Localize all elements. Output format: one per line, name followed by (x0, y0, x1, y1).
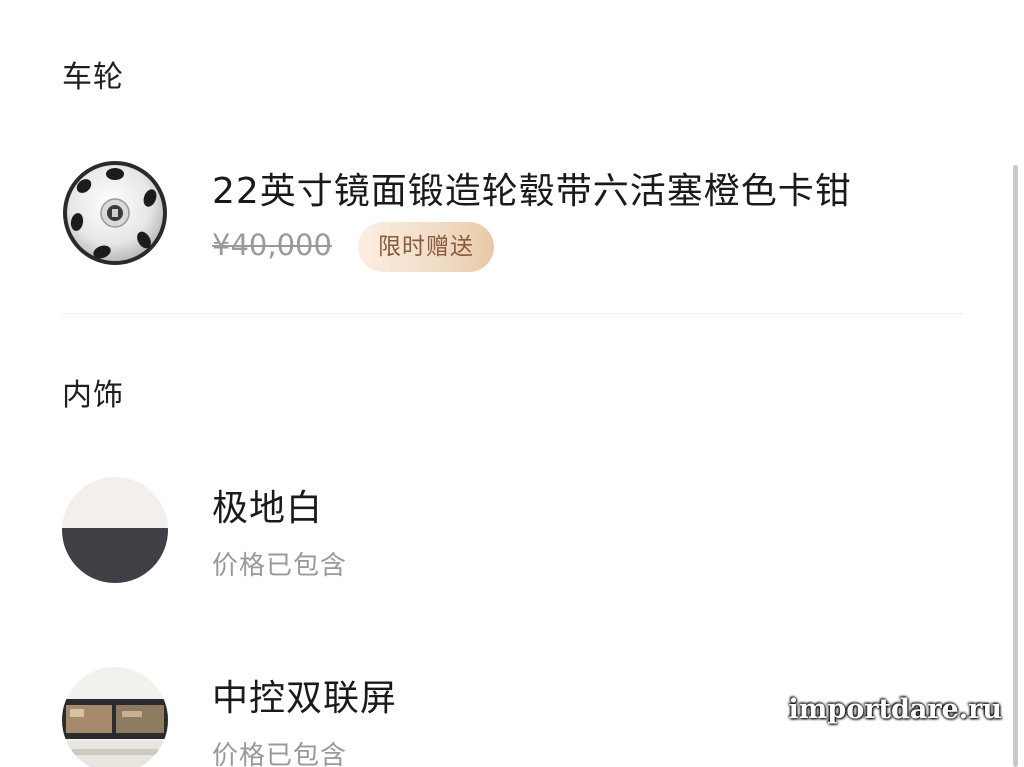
watermark-text: importdare.ru (788, 694, 1002, 725)
section-divider (62, 313, 964, 314)
limited-gift-badge: 限时赠送 (358, 222, 494, 272)
dual-screen-name: 中控双联屏 (212, 678, 398, 719)
options-page: 车轮 22英寸镜面锻造轮毂带六活塞橙色卡钳 ¥40,000 限时赠送 内饰 极地… (0, 0, 1024, 767)
scrollbar[interactable] (1013, 165, 1018, 767)
wheel-rim-icon (62, 160, 168, 266)
price-included-note: 价格已包含 (212, 741, 348, 767)
price-included-note: 价格已包含 (212, 551, 348, 581)
interior-color-name: 极地白 (212, 488, 324, 529)
section-title-wheels: 车轮 (62, 60, 124, 95)
original-price: ¥40,000 (212, 228, 332, 262)
dashboard-screen-icon (62, 667, 168, 767)
wheel-option-name: 22英寸镜面锻造轮毂带六活塞橙色卡钳 (212, 171, 852, 212)
section-title-interior: 内饰 (62, 378, 124, 413)
interior-color-option-row[interactable]: 极地白 价格已包含 (62, 477, 964, 587)
color-swatch-icon (62, 477, 168, 583)
wheel-option-row[interactable]: 22英寸镜面锻造轮毂带六活塞橙色卡钳 ¥40,000 限时赠送 (62, 160, 964, 272)
